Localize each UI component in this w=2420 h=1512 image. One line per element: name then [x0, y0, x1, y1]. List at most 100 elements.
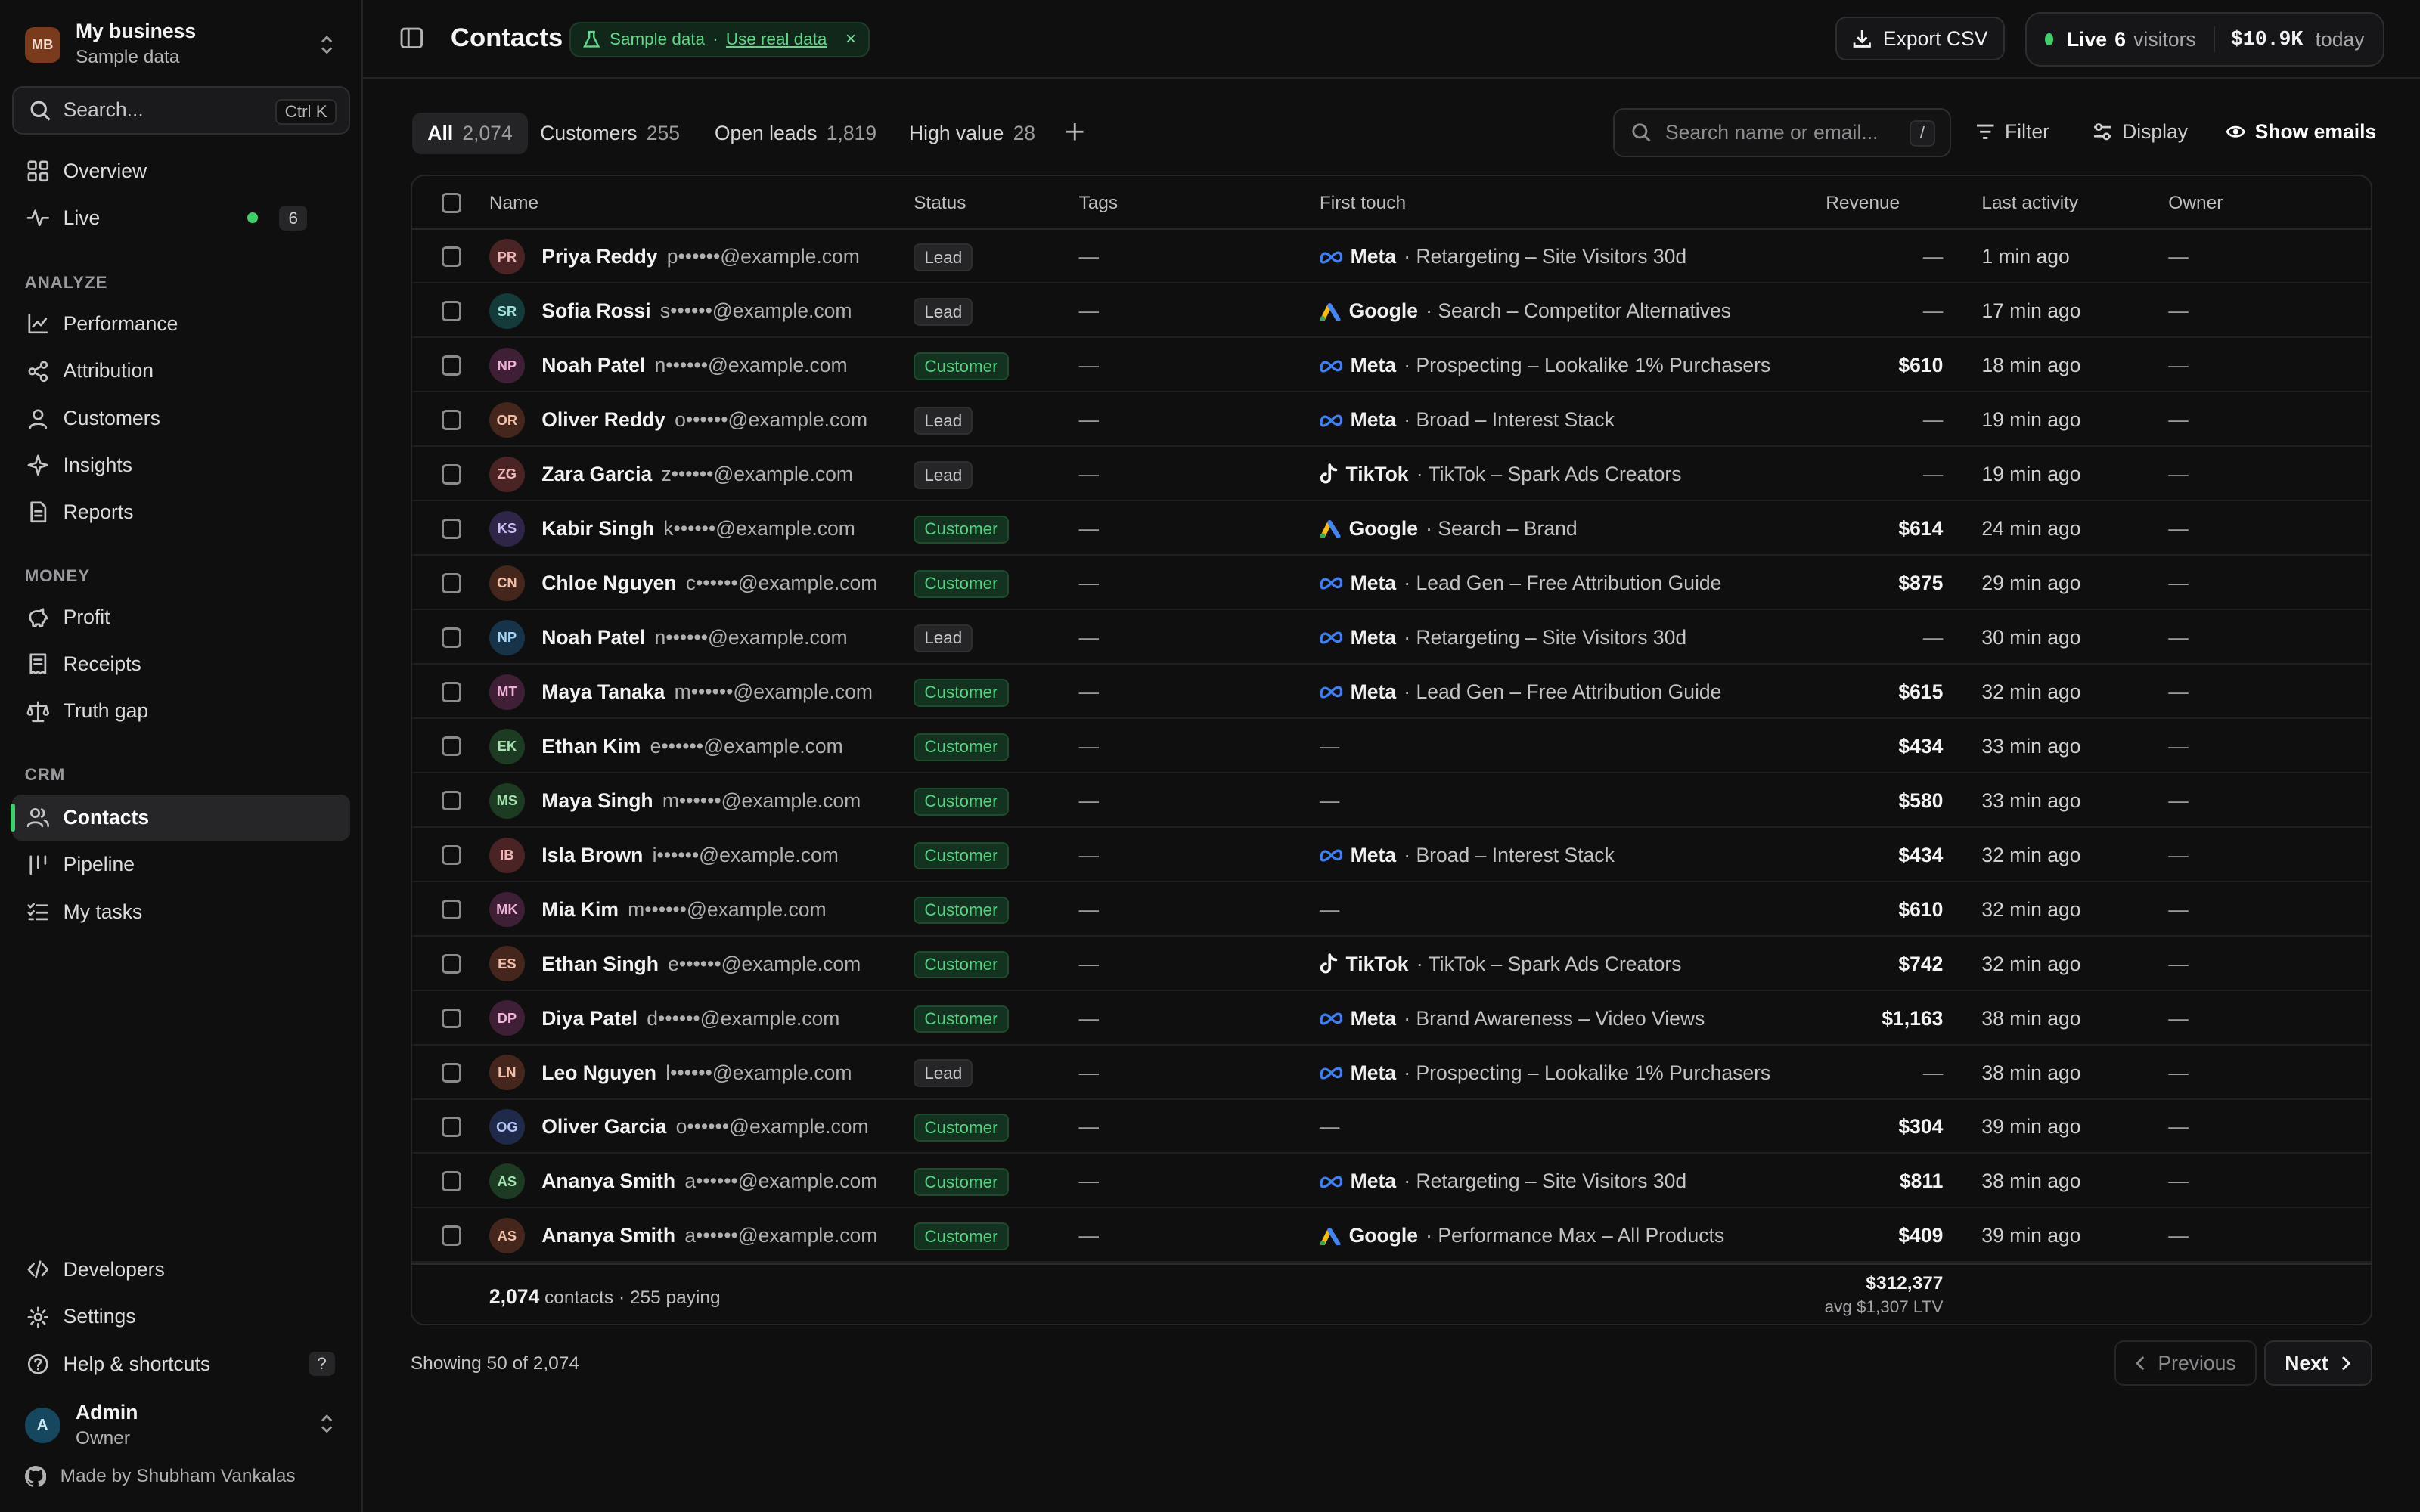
contact-name[interactable]: Ethan Kim e••••••@example.com — [541, 735, 842, 758]
sidebar-item-truth-gap[interactable]: Truth gap — [12, 688, 350, 734]
add-view-icon[interactable] — [1065, 122, 1085, 142]
tab-customers[interactable]: Customers 255 — [525, 113, 696, 154]
use-real-data-link[interactable]: Use real data — [726, 29, 827, 49]
contact-name[interactable]: Zara Garcia z••••••@example.com — [541, 463, 853, 486]
contact-name[interactable]: Noah Patel n••••••@example.com — [541, 626, 847, 649]
contact-name[interactable]: Sofia Rossi s••••••@example.com — [541, 299, 852, 323]
table-row[interactable]: OR Oliver Reddy o••••••@example.com Lead — Me… — [411, 393, 2371, 448]
row-checkbox[interactable] — [441, 844, 462, 866]
row-checkbox[interactable] — [441, 1008, 462, 1029]
table-row[interactable]: AS Ananya Smith a••••••@example.com Custome… — [411, 1209, 2371, 1263]
column-status[interactable]: Status — [914, 193, 966, 214]
row-checkbox[interactable] — [441, 301, 462, 321]
contact-name[interactable]: Ethan Singh e••••••@example.com — [541, 953, 861, 976]
contact-name[interactable]: Mia Kim m••••••@example.com — [541, 898, 826, 922]
next-page-button[interactable]: Next — [2263, 1340, 2372, 1386]
table-row[interactable]: DP Diya Patel d••••••@example.com Customer —… — [411, 991, 2371, 1046]
owner-cell[interactable]: — — [2168, 789, 2189, 813]
sidebar-item-help-shortcuts[interactable]: Help & shortcuts? — [12, 1340, 350, 1387]
owner-cell[interactable]: — — [2168, 735, 2189, 758]
owner-cell[interactable]: — — [2168, 408, 2189, 432]
owner-cell[interactable]: — — [2168, 1115, 2189, 1139]
table-row[interactable]: KS Kabir Singh k••••••@example.com Customer… — [411, 502, 2371, 556]
row-checkbox[interactable] — [441, 1171, 462, 1191]
table-row[interactable]: NP Noah Patel n••••••@example.com Lead — Meta… — [411, 611, 2371, 665]
table-row[interactable]: EK Ethan Kim e••••••@example.com Customer — —… — [411, 719, 2371, 773]
sidebar-item-insights[interactable]: Insights — [12, 442, 350, 488]
table-row[interactable]: MT Maya Tanaka m••••••@example.com Customer… — [411, 665, 2371, 719]
select-all-checkbox[interactable] — [441, 193, 462, 213]
row-checkbox[interactable] — [441, 246, 462, 267]
row-checkbox[interactable] — [441, 736, 462, 757]
column-name[interactable]: Name — [489, 193, 538, 214]
contact-name[interactable]: Maya Tanaka m••••••@example.com — [541, 680, 873, 704]
business-switcher[interactable]: MB My business Sample data — [12, 15, 350, 74]
contact-name[interactable]: Priya Reddy p••••••@example.com — [541, 245, 860, 268]
filter-button[interactable]: Filter — [1975, 120, 2049, 144]
owner-cell[interactable]: — — [2168, 1170, 2189, 1193]
row-checkbox[interactable] — [441, 681, 462, 702]
owner-cell[interactable]: — — [2168, 953, 2189, 976]
owner-cell[interactable]: — — [2168, 354, 2189, 377]
show-emails-button[interactable]: Show emails — [2226, 120, 2376, 144]
tab-all[interactable]: All 2,074 — [411, 112, 529, 155]
owner-cell[interactable]: — — [2168, 299, 2189, 323]
row-checkbox[interactable] — [441, 519, 462, 539]
row-checkbox[interactable] — [441, 790, 462, 811]
owner-cell[interactable]: — — [2168, 1224, 2189, 1247]
live-visitors-pill[interactable]: Live 6 visitors $10.9K today — [2024, 12, 2385, 67]
contact-name[interactable]: Kabir Singh k••••••@example.com — [541, 517, 855, 541]
row-checkbox[interactable] — [441, 355, 462, 376]
sidebar-search[interactable]: Search... Ctrl K — [12, 86, 351, 135]
contact-search-input[interactable]: Search name or email... / — [1612, 107, 1951, 158]
owner-cell[interactable]: — — [2168, 245, 2189, 268]
sidebar-item-developers[interactable]: Developers — [12, 1247, 350, 1293]
column-revenue[interactable]: Revenue — [1826, 193, 1900, 214]
owner-cell[interactable]: — — [2168, 626, 2189, 649]
owner-cell[interactable]: — — [2168, 898, 2189, 922]
tab-open-leads[interactable]: Open leads 1,819 — [699, 113, 892, 154]
table-row[interactable]: NP Noah Patel n••••••@example.com Customer —… — [411, 339, 2371, 393]
contact-name[interactable]: Diya Patel d••••••@example.com — [541, 1007, 839, 1030]
contact-name[interactable]: Chloe Nguyen c••••••@example.com — [541, 572, 877, 595]
sidebar-item-receipts[interactable]: Receipts — [12, 641, 350, 687]
row-checkbox[interactable] — [441, 573, 462, 593]
made-by-link[interactable]: Made by Shubham Vankalas — [24, 1465, 296, 1488]
contact-name[interactable]: Ananya Smith a••••••@example.com — [541, 1170, 877, 1193]
sidebar-item-reports[interactable]: Reports — [12, 489, 350, 535]
contact-name[interactable]: Oliver Garcia o••••••@example.com — [541, 1115, 868, 1139]
tab-high-value[interactable]: High value 28 — [894, 113, 1051, 154]
owner-cell[interactable]: — — [2168, 844, 2189, 867]
column-last-activity[interactable]: Last activity — [1981, 193, 2078, 214]
table-row[interactable]: ZG Zara Garcia z••••••@example.com Lead — Tik… — [411, 448, 2371, 502]
sidebar-item-pipeline[interactable]: Pipeline — [12, 841, 350, 888]
column-tags[interactable]: Tags — [1078, 193, 1118, 214]
sidebar-item-overview[interactable]: Overview — [12, 148, 350, 194]
row-checkbox[interactable] — [441, 627, 462, 648]
sidebar-toggle-icon[interactable] — [400, 26, 424, 50]
row-checkbox[interactable] — [441, 899, 462, 920]
sidebar-item-performance[interactable]: Performance — [12, 301, 350, 347]
table-row[interactable]: AS Ananya Smith a••••••@example.com Custome… — [411, 1154, 2371, 1209]
table-row[interactable]: PR Priya Reddy p••••••@example.com Lead — Met… — [411, 230, 2371, 284]
table-row[interactable]: MS Maya Singh m••••••@example.com Customer —… — [411, 773, 2371, 828]
row-checkbox[interactable] — [441, 1117, 462, 1137]
contact-name[interactable]: Isla Brown i••••••@example.com — [541, 844, 839, 867]
sidebar-item-settings[interactable]: Settings — [12, 1294, 350, 1340]
contact-name[interactable]: Leo Nguyen l••••••@example.com — [541, 1061, 852, 1085]
previous-page-button[interactable]: Previous — [2114, 1340, 2257, 1386]
row-checkbox[interactable] — [441, 1225, 462, 1246]
display-button[interactable]: Display — [2093, 120, 2188, 144]
contact-name[interactable]: Ananya Smith a••••••@example.com — [541, 1224, 877, 1247]
column-first-touch[interactable]: First touch — [1320, 193, 1406, 214]
owner-cell[interactable]: — — [2168, 517, 2189, 541]
table-row[interactable]: ES Ethan Singh e••••••@example.com Customer… — [411, 937, 2371, 991]
table-row[interactable]: IB Isla Brown i••••••@example.com Customer —… — [411, 828, 2371, 882]
table-row[interactable]: OG Oliver Garcia o••••••@example.com Custom… — [411, 1100, 2371, 1154]
sidebar-item-my-tasks[interactable]: My tasks — [12, 889, 350, 935]
contact-name[interactable]: Oliver Reddy o••••••@example.com — [541, 408, 867, 432]
column-owner[interactable]: Owner — [2168, 193, 2223, 214]
owner-cell[interactable]: — — [2168, 463, 2189, 486]
contact-name[interactable]: Noah Patel n••••••@example.com — [541, 354, 847, 377]
row-checkbox[interactable] — [441, 410, 462, 430]
